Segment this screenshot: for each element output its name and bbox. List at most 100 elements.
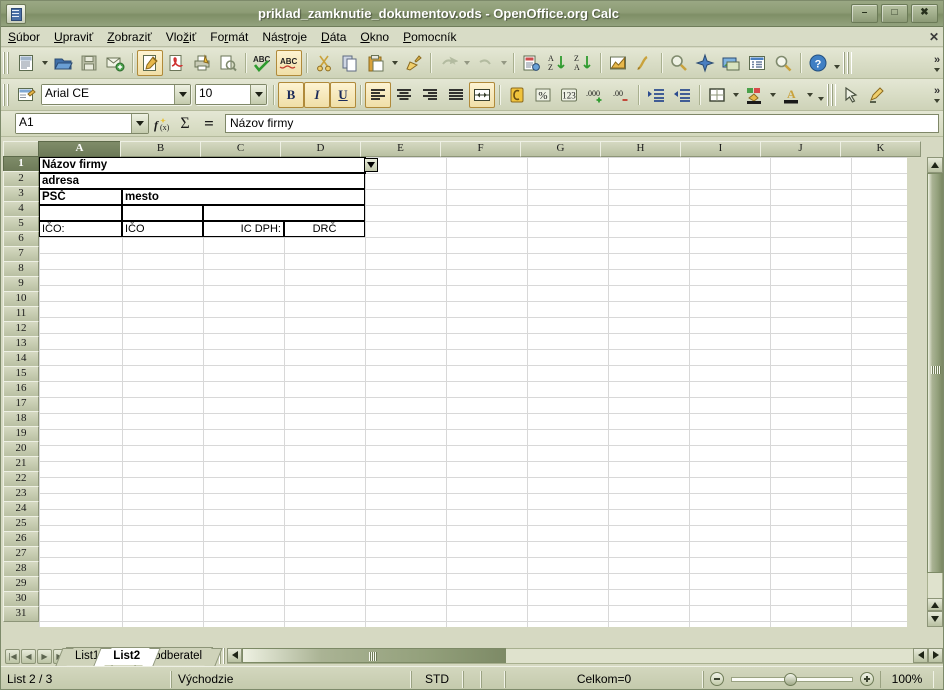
help-icon[interactable]: ? bbox=[805, 50, 831, 76]
new-document-dropdown[interactable] bbox=[39, 51, 50, 75]
column-header-i[interactable]: I bbox=[680, 141, 761, 157]
number-format-icon[interactable]: 123 bbox=[556, 82, 582, 108]
select-tool-icon[interactable] bbox=[838, 82, 864, 108]
row-header-17[interactable]: 17 bbox=[3, 396, 39, 412]
paste-icon[interactable] bbox=[363, 50, 389, 76]
font-size-dropdown-arrow[interactable] bbox=[250, 85, 266, 104]
close-button[interactable]: ✖ bbox=[911, 4, 938, 23]
sheet-tab-list2[interactable]: List2 bbox=[104, 647, 152, 665]
row-header-26[interactable]: 26 bbox=[3, 531, 39, 547]
status-selection-mode[interactable]: STD bbox=[411, 670, 463, 688]
row-header-18[interactable]: 18 bbox=[3, 411, 39, 427]
column-header-e[interactable]: E bbox=[360, 141, 441, 157]
underline-button[interactable]: U bbox=[330, 81, 356, 108]
column-header-f[interactable]: F bbox=[440, 141, 521, 157]
row-header-5[interactable]: 5 bbox=[3, 216, 39, 232]
menu-format[interactable]: Formát bbox=[203, 28, 255, 46]
percent-format-icon[interactable]: % bbox=[530, 82, 556, 108]
gallery-icon[interactable] bbox=[718, 50, 744, 76]
row-header-20[interactable]: 20 bbox=[3, 441, 39, 457]
menu-vlozit[interactable]: Vložiť bbox=[159, 28, 204, 46]
zoom-out-icon[interactable] bbox=[710, 672, 724, 686]
column-header-c[interactable]: C bbox=[200, 141, 281, 157]
background-color-dropdown[interactable] bbox=[767, 83, 778, 107]
row-header-31[interactable]: 31 bbox=[3, 606, 39, 622]
highlighting-icon[interactable] bbox=[864, 82, 890, 108]
clone-formatting-icon[interactable] bbox=[400, 50, 426, 76]
row-header-30[interactable]: 30 bbox=[3, 591, 39, 607]
cell-a1[interactable]: Názov firmy bbox=[39, 157, 365, 173]
row-header-1[interactable]: 1 bbox=[3, 156, 39, 172]
cell-a4[interactable] bbox=[39, 205, 122, 221]
name-box[interactable]: A1 bbox=[15, 113, 149, 134]
standard-toolbar-more[interactable] bbox=[831, 52, 843, 74]
hyperlink-icon[interactable] bbox=[518, 50, 544, 76]
column-header-h[interactable]: H bbox=[600, 141, 681, 157]
row-header-19[interactable]: 19 bbox=[3, 426, 39, 442]
sheet-nav-first[interactable]: |◀ bbox=[5, 648, 20, 664]
align-left-icon[interactable] bbox=[365, 81, 391, 108]
row-header-27[interactable]: 27 bbox=[3, 546, 39, 562]
cell-a3[interactable]: PSČ bbox=[39, 189, 122, 205]
delete-decimal-icon[interactable]: .00 bbox=[608, 82, 634, 108]
column-header-k[interactable]: K bbox=[840, 141, 921, 157]
paste-dropdown[interactable] bbox=[389, 51, 400, 75]
row-header-9[interactable]: 9 bbox=[3, 276, 39, 292]
bold-button[interactable]: B bbox=[278, 81, 304, 108]
row-header-8[interactable]: 8 bbox=[3, 261, 39, 277]
borders-dropdown[interactable] bbox=[730, 83, 741, 107]
background-color-icon[interactable] bbox=[741, 82, 767, 108]
row-header-16[interactable]: 16 bbox=[3, 381, 39, 397]
find-replace-icon[interactable] bbox=[666, 50, 692, 76]
row-header-2[interactable]: 2 bbox=[3, 171, 39, 187]
row-header-4[interactable]: 4 bbox=[3, 201, 39, 217]
font-size-combobox[interactable]: 10 bbox=[195, 84, 267, 105]
font-color-dropdown[interactable] bbox=[804, 83, 815, 107]
column-header-a[interactable]: A bbox=[38, 141, 121, 157]
menu-subor[interactable]: SSúborúbor bbox=[1, 28, 47, 46]
redo-dropdown[interactable] bbox=[498, 51, 509, 75]
split-window-button[interactable] bbox=[927, 598, 943, 611]
scroll-left-button-2[interactable] bbox=[913, 647, 928, 663]
chart-icon[interactable] bbox=[605, 50, 631, 76]
print-file-icon[interactable] bbox=[189, 50, 215, 76]
align-center-icon[interactable] bbox=[391, 82, 417, 108]
sort-descending-icon[interactable]: ZA bbox=[570, 50, 596, 76]
name-box-dropdown-arrow[interactable] bbox=[131, 114, 148, 133]
row-header-11[interactable]: 11 bbox=[3, 306, 39, 322]
font-color-icon[interactable]: A bbox=[778, 82, 804, 108]
redo-icon[interactable] bbox=[472, 50, 498, 76]
align-justified-icon[interactable] bbox=[443, 82, 469, 108]
cell-b4[interactable] bbox=[122, 205, 203, 221]
toolbar-grip[interactable] bbox=[3, 52, 10, 74]
row-header-21[interactable]: 21 bbox=[3, 456, 39, 472]
sum-icon[interactable]: Σ bbox=[173, 113, 197, 135]
vertical-scrollbar[interactable] bbox=[927, 157, 943, 627]
italic-button[interactable]: I bbox=[304, 81, 330, 108]
row-header-6[interactable]: 6 bbox=[3, 231, 39, 247]
row-header-25[interactable]: 25 bbox=[3, 516, 39, 532]
formatting-toolbar-grip[interactable] bbox=[3, 83, 10, 106]
cell-a2[interactable]: adresa bbox=[39, 173, 365, 189]
cell-b3[interactable]: mesto bbox=[122, 189, 365, 205]
borders-icon[interactable] bbox=[704, 82, 730, 108]
column-header-j[interactable]: J bbox=[760, 141, 841, 157]
menu-pomocnik[interactable]: Pomocník bbox=[396, 28, 463, 46]
data-sources-icon[interactable] bbox=[744, 50, 770, 76]
sheet-nav-prev[interactable]: ◀ bbox=[21, 648, 36, 664]
menu-data[interactable]: Dáta bbox=[314, 28, 353, 46]
scroll-up-button[interactable] bbox=[927, 157, 943, 173]
scroll-right-button[interactable] bbox=[928, 647, 943, 663]
row-header-12[interactable]: 12 bbox=[3, 321, 39, 337]
align-right-icon[interactable] bbox=[417, 82, 443, 108]
cell-b5[interactable]: IČO bbox=[122, 221, 203, 237]
add-decimal-icon[interactable]: .000 bbox=[582, 82, 608, 108]
row-header-7[interactable]: 7 bbox=[3, 246, 39, 262]
send-document-email-icon[interactable] bbox=[102, 50, 128, 76]
row-header-13[interactable]: 13 bbox=[3, 336, 39, 352]
menu-okno[interactable]: Okno bbox=[353, 28, 396, 46]
font-name-combobox[interactable]: Arial CE bbox=[41, 84, 191, 105]
equals-icon[interactable]: = bbox=[197, 113, 221, 135]
horizontal-scrollbar[interactable] bbox=[227, 647, 943, 664]
cell-c5[interactable]: IC DPH: bbox=[203, 221, 284, 237]
